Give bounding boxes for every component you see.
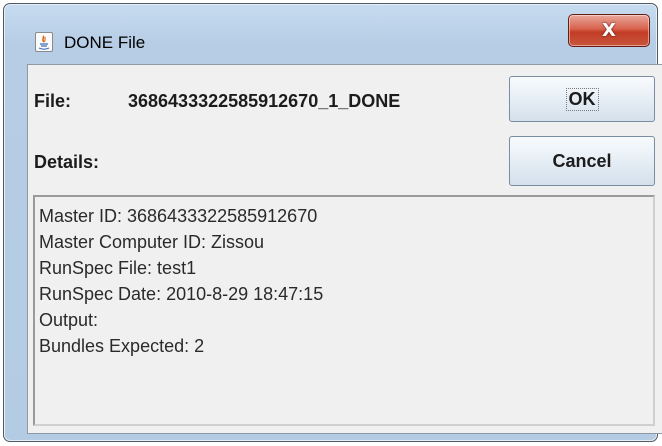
java-icon xyxy=(35,32,53,52)
window-title: DONE File xyxy=(64,33,146,52)
detail-line-bundles-expected: Bundles Expected: 2 xyxy=(39,336,205,356)
close-icon: X xyxy=(602,20,616,41)
ok-button-label: OK xyxy=(565,87,599,111)
file-name-value: 3686433322585912670_1_DONE xyxy=(128,91,401,111)
details-text-area[interactable]: Master ID: 3686433322585912670 Master Co… xyxy=(33,195,655,426)
ok-button[interactable]: OK xyxy=(509,76,655,122)
close-button[interactable]: X xyxy=(568,14,650,47)
detail-line-output: Output: xyxy=(39,310,99,330)
detail-line-master-id: Master ID: 3686433322585912670 xyxy=(39,206,318,226)
details-label: Details: xyxy=(34,152,100,172)
detail-line-runspec-date: RunSpec Date: 2010-8-29 18:47:15 xyxy=(39,284,324,304)
dialog-content: File: 3686433322585912670_1_DONE Details… xyxy=(27,64,662,434)
cancel-button-label: Cancel xyxy=(552,150,612,171)
detail-line-runspec-file: RunSpec File: test1 xyxy=(39,258,197,278)
detail-line-master-computer-id: Master Computer ID: Zissou xyxy=(39,232,265,252)
cancel-button[interactable]: Cancel xyxy=(509,136,655,186)
title-bar[interactable]: DONE File xyxy=(4,4,657,66)
file-label: File: xyxy=(34,91,72,111)
